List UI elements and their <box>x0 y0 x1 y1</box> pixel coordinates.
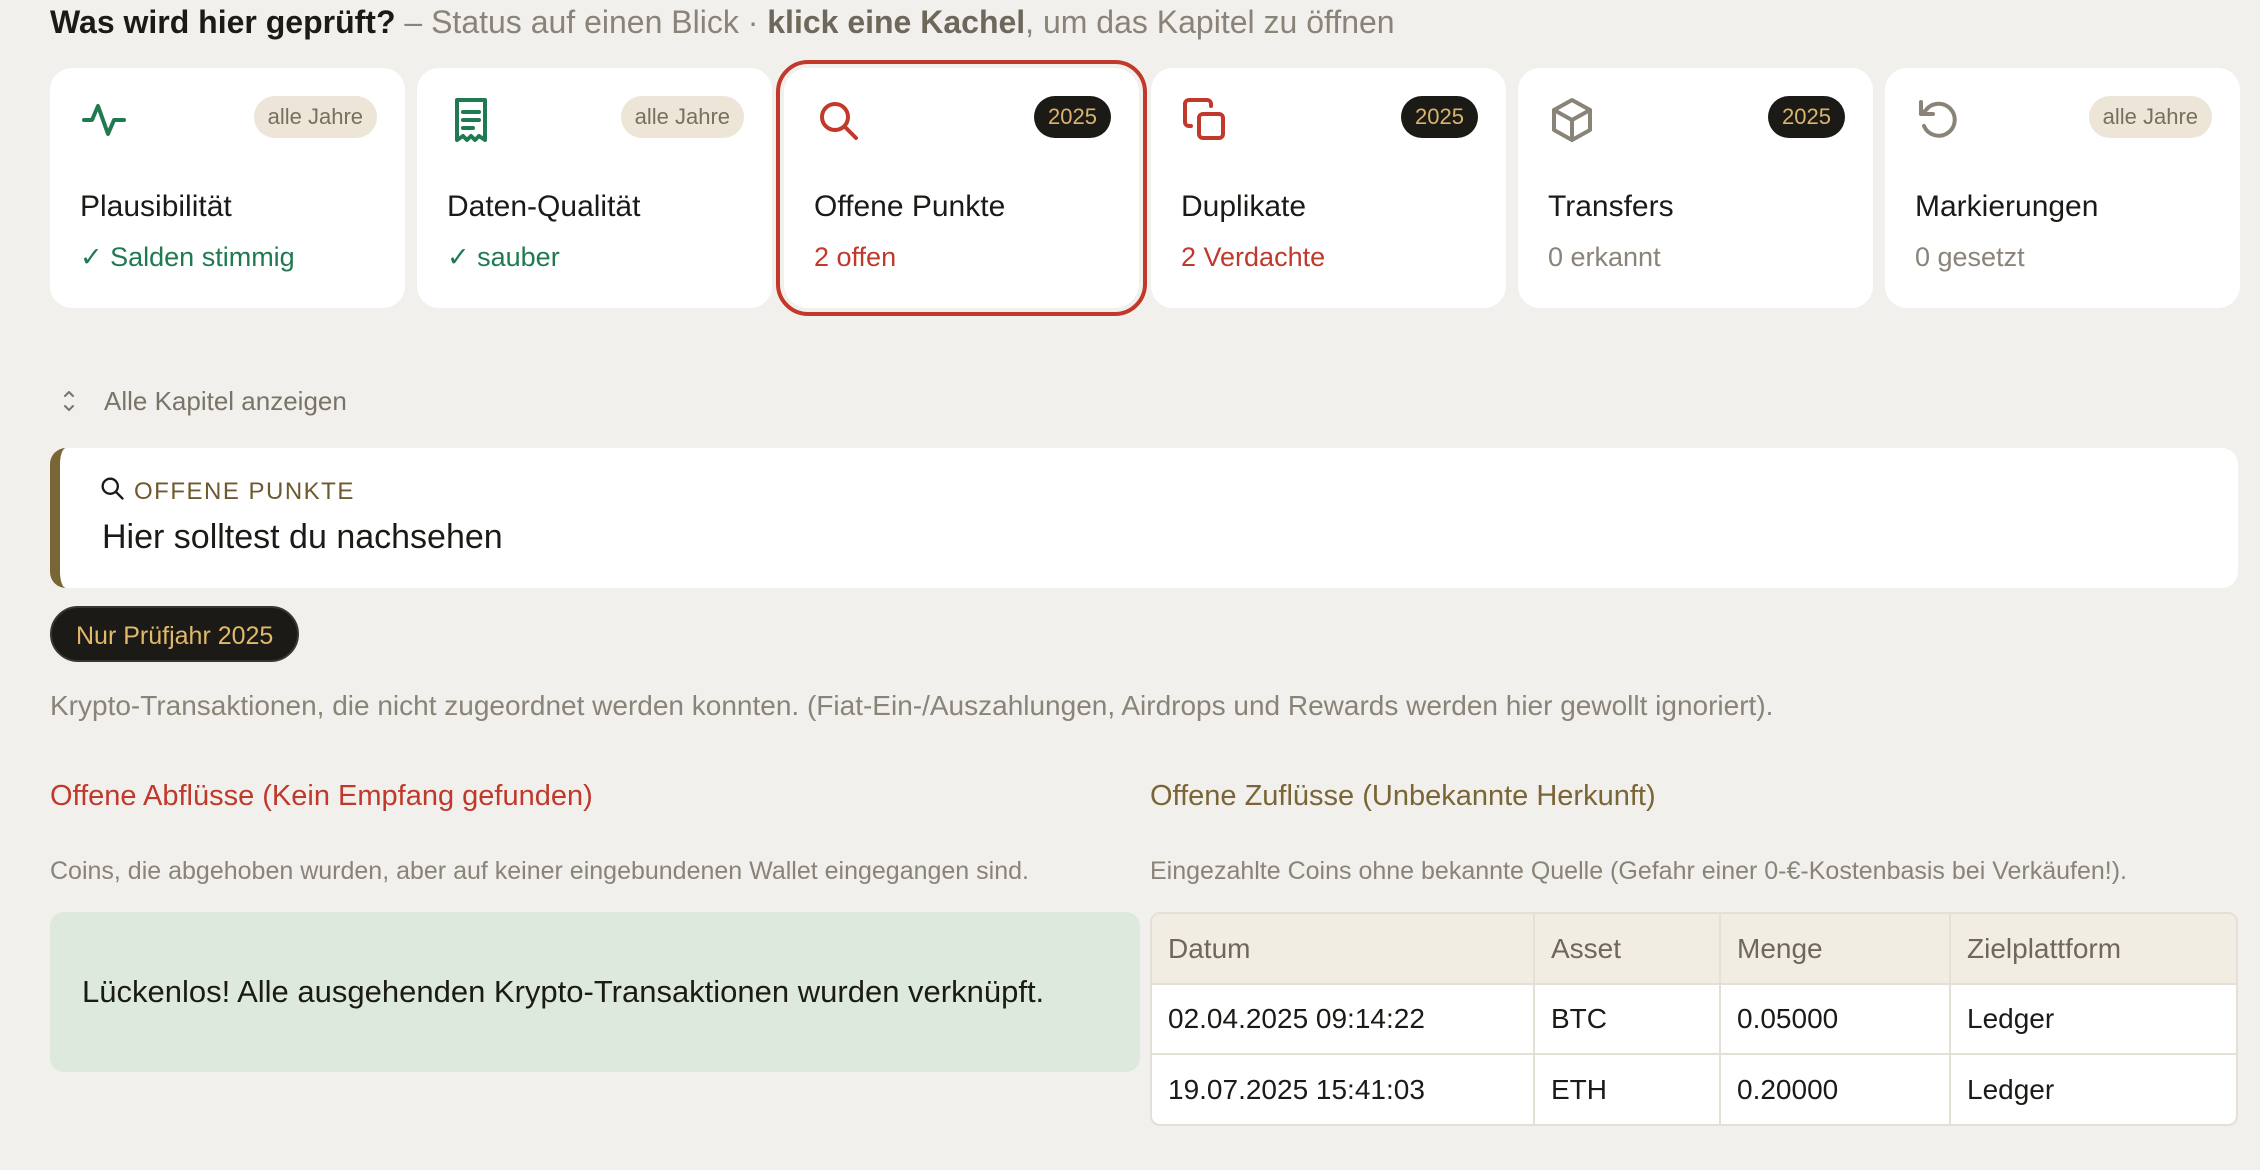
section-eyebrow: OFFENE PUNKTE <box>98 474 355 509</box>
column-header-datum[interactable]: Datum <box>1152 914 1535 984</box>
tile-status: 0 erkannt <box>1548 242 1661 272</box>
show-all-label: Alle Kapitel anzeigen <box>104 385 347 416</box>
cube-icon <box>1548 96 1596 144</box>
column-header-asset[interactable]: Asset <box>1534 914 1721 984</box>
section-header: OFFENE PUNKTE Hier solltest du nachsehen <box>50 448 2238 588</box>
cell-menge: 0.20000 <box>1720 1053 1951 1124</box>
cell-asset: ETH <box>1534 1053 1721 1124</box>
year-filter-pill[interactable]: Nur Prüfjahr 2025 <box>50 606 300 662</box>
receipt-icon <box>447 96 495 144</box>
section-heading: Hier solltest du nachsehen <box>102 518 503 556</box>
intro-text-2: , um das Kapitel zu öffnen <box>1025 4 1395 40</box>
intro-text-1: – Status auf einen Blick · <box>395 4 768 40</box>
tile-offene-punkte[interactable]: 2025 Offene Punkte 2 offen <box>776 60 1147 316</box>
tile-transfers[interactable]: 2025 Transfers 0 erkannt <box>1518 68 1873 308</box>
tile-status: ✓ sauber <box>447 242 560 272</box>
status-tiles: alle Jahre Plausibilität ✓ Salden stimmi… <box>50 60 2240 316</box>
tile-badge: 2025 <box>1034 96 1111 138</box>
open-outflows-panel: Offene Abflüsse (Kein Empfang gefunden) … <box>50 780 1140 1072</box>
rotate-ccw-icon <box>1915 96 1963 144</box>
intro-line: Was wird hier geprüft? – Status auf eine… <box>50 4 1395 41</box>
column-header-zielplattform[interactable]: Zielplattform <box>1950 914 2236 984</box>
tile-title: Daten-Qualität <box>447 190 641 223</box>
section-description: Krypto-Transaktionen, die nicht zugeordn… <box>50 690 1774 721</box>
search-icon <box>814 96 862 144</box>
tile-markierungen[interactable]: alle Jahre Markierungen 0 gesetzt <box>1885 68 2240 308</box>
cell-zielplattform: Ledger <box>1950 983 2236 1054</box>
outflows-success-message: Lückenlos! Alle ausgehenden Krypto-Trans… <box>50 912 1140 1072</box>
tile-badge: alle Jahre <box>2088 96 2212 138</box>
open-inflows-panel: Offene Zuflüsse (Unbekannte Herkunft) Ei… <box>1150 780 2238 1126</box>
tile-daten-qualitaet[interactable]: alle Jahre Daten-Qualität ✓ sauber <box>417 68 772 308</box>
search-icon <box>98 474 134 509</box>
tile-title: Offene Punkte <box>814 190 1006 223</box>
tile-status: 2 offen <box>814 242 897 272</box>
success-text: Lückenlos! Alle ausgehenden Krypto-Trans… <box>82 974 1045 1009</box>
cell-menge: 0.05000 <box>1720 983 1951 1054</box>
cell-asset: BTC <box>1534 983 1721 1054</box>
column-header-menge[interactable]: Menge <box>1720 914 1951 984</box>
tile-badge: 2025 <box>1401 96 1478 138</box>
tile-status: ✓ Salden stimmig <box>80 242 295 272</box>
intro-question: Was wird hier geprüft? <box>50 4 396 40</box>
tile-duplikate[interactable]: 2025 Duplikate 2 Verdachte <box>1151 68 1506 308</box>
show-all-chapters-toggle[interactable]: Alle Kapitel anzeigen <box>58 384 347 418</box>
tile-title: Transfers <box>1548 190 1674 223</box>
tile-badge: 2025 <box>1768 96 1845 138</box>
outflows-title: Offene Abflüsse (Kein Empfang gefunden) <box>50 780 593 812</box>
cell-datum: 19.07.2025 15:41:03 <box>1152 1053 1535 1124</box>
pulse-icon <box>80 96 128 144</box>
tile-status: 0 gesetzt <box>1915 242 2025 272</box>
tile-title: Duplikate <box>1181 190 1307 223</box>
inflows-title: Offene Zuflüsse (Unbekannte Herkunft) <box>1150 780 1656 812</box>
section-eyebrow-label: OFFENE PUNKTE <box>134 477 355 505</box>
tile-plausibilitaet[interactable]: alle Jahre Plausibilität ✓ Salden stimmi… <box>50 68 405 308</box>
inflows-table: Datum Asset Menge Zielplattform 02.04.20… <box>1150 912 2238 1126</box>
table-header-row: Datum Asset Menge Zielplattform <box>1152 914 2236 984</box>
table-row[interactable]: 02.04.2025 09:14:22 BTC 0.05000 Ledger <box>1152 983 2236 1054</box>
cell-datum: 02.04.2025 09:14:22 <box>1152 983 1535 1054</box>
inflows-subtitle: Eingezahlte Coins ohne bekannte Quelle (… <box>1150 857 2127 885</box>
tile-title: Plausibilität <box>80 190 232 223</box>
tile-badge: alle Jahre <box>253 96 377 138</box>
intro-bold: klick eine Kachel <box>767 4 1026 40</box>
tile-title: Markierungen <box>1915 190 2099 223</box>
outflows-subtitle: Coins, die abgehoben wurden, aber auf ke… <box>50 857 1029 885</box>
tile-status: 2 Verdachte <box>1181 242 1326 272</box>
copy-icon <box>1181 96 1229 144</box>
chevrons-up-down-icon <box>58 384 80 418</box>
cell-zielplattform: Ledger <box>1950 1053 2236 1124</box>
tile-badge: alle Jahre <box>620 96 744 138</box>
table-row[interactable]: 19.07.2025 15:41:03 ETH 0.20000 Ledger <box>1152 1053 2236 1124</box>
